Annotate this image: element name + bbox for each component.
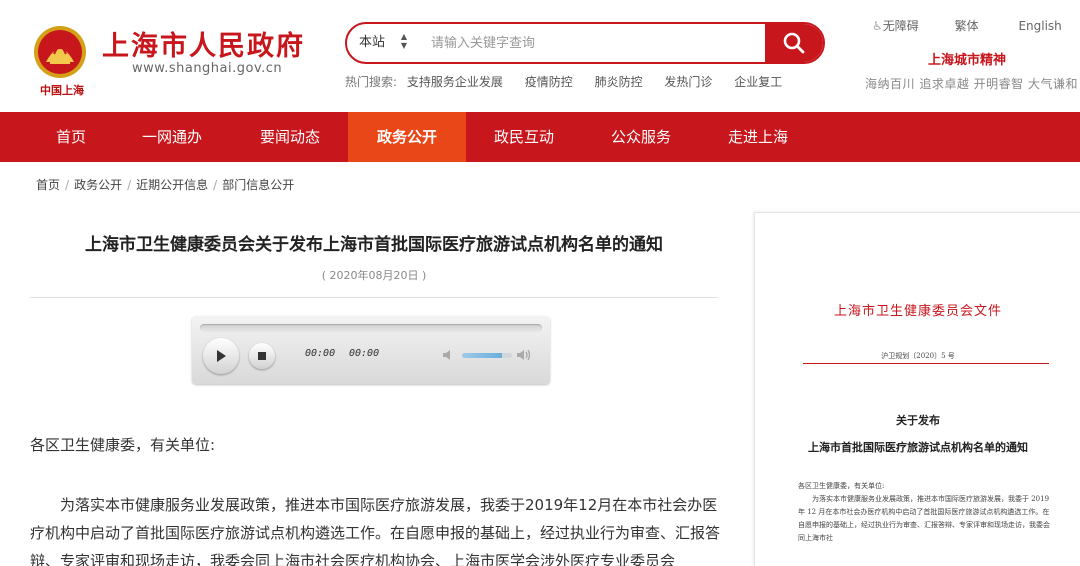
document-body: 为落实本市健康服务业发展政策，推进本市国际医疗旅游发展，我委于 2019 年 1… [798, 495, 1050, 542]
search-button[interactable] [765, 24, 823, 62]
utility-links: ♿无障碍 繁体 English [872, 17, 1062, 34]
breadcrumb-item[interactable]: 政务公开 [74, 178, 122, 192]
breadcrumb-item[interactable]: 部门信息公开 [222, 178, 294, 192]
site-url: www.shanghai.gov.cn [132, 61, 283, 76]
document-title-line2: 上海市首批国际医疗旅游试点机构名单的通知 [808, 441, 1028, 454]
document-title-line1: 关于发布 [896, 414, 940, 427]
volume-fill [462, 353, 502, 358]
document-header: 上海市卫生健康委员会文件 [833, 304, 1002, 319]
hot-search-list: 热门搜索: 支持服务企业发展 疫情防控 肺炎防控 发热门诊 企业复工 [345, 73, 800, 90]
current-time: 00:00 [305, 348, 336, 359]
document-number: 沪卫规划〔2020〕5 号 [881, 352, 955, 360]
breadcrumb-separator: / [213, 178, 218, 192]
hot-search-item[interactable]: 支持服务企业发展 [407, 75, 503, 89]
site-title[interactable]: 上海市人民政府 [102, 24, 305, 63]
accessibility-link[interactable]: ♿无障碍 [872, 17, 919, 34]
logo-caption: 中国上海 [40, 84, 84, 97]
nav-item-home[interactable]: 首页 [18, 112, 124, 162]
nav-item-one-network[interactable]: 一网通办 [124, 112, 220, 162]
accessibility-icon: ♿ [872, 19, 883, 33]
search-scope-select[interactable]: 本站 [359, 24, 385, 62]
hot-search-item[interactable]: 肺炎防控 [595, 75, 643, 89]
article-title: 上海市卫生健康委员会关于发布上海市首批国际医疗旅游试点机构名单的通知 [85, 235, 663, 255]
article-paragraph: 为落实本市健康服务业发展政策，推进本市国际医疗旅游发展，我委于2019年12月在… [30, 496, 721, 566]
site-header: 中国上海 上海市人民政府 www.shanghai.gov.cn 本站 ▲▼ 热… [0, 0, 1080, 112]
volume-low-icon[interactable] [441, 347, 457, 363]
search-input[interactable] [431, 30, 761, 56]
search-icon [783, 32, 805, 54]
city-spirit-title: 上海城市精神 [928, 53, 1007, 68]
search-box: 本站 ▲ ▼ [345, 22, 825, 64]
title-divider [30, 297, 718, 298]
stop-button[interactable] [249, 343, 275, 369]
audio-player: 00:00 00:00 [192, 316, 550, 384]
hot-search-item[interactable]: 疫情防控 [525, 75, 573, 89]
shanghai-emblem-icon[interactable] [32, 24, 88, 80]
english-link[interactable]: English [1018, 19, 1061, 33]
hot-search-label: 热门搜索: [345, 75, 398, 89]
play-icon [217, 350, 226, 362]
document-image[interactable]: 上海市卫生健康委员会文件 沪卫规划〔2020〕5 号 关于发布 上海市首批国际医… [754, 212, 1080, 566]
document-greeting: 各区卫生健康委，有关单位: [798, 482, 885, 490]
volume-slider[interactable] [462, 353, 512, 358]
audio-progress-bar[interactable] [200, 324, 542, 332]
hot-search-item[interactable]: 发热门诊 [664, 75, 712, 89]
main-nav: 首页 一网通办 要闻动态 政务公开 政民互动 公众服务 走进上海 [0, 112, 1080, 162]
traditional-chinese-link[interactable]: 繁体 [955, 17, 979, 34]
hot-search-item[interactable]: 企业复工 [734, 75, 782, 89]
breadcrumb-item[interactable]: 近期公开信息 [136, 178, 208, 192]
breadcrumb: 首页 / 政务公开 / 近期公开信息 / 部门信息公开 [36, 176, 294, 193]
nav-item-news[interactable]: 要闻动态 [232, 112, 348, 162]
scope-updown-icon[interactable]: ▲ ▼ [399, 32, 409, 54]
breadcrumb-separator: / [127, 178, 132, 192]
play-button[interactable] [203, 338, 239, 374]
article-greeting: 各区卫生健康委，有关单位: [30, 436, 216, 454]
city-spirit-text: 海纳百川 追求卓越 开明睿智 大气谦和 [865, 77, 1078, 91]
nav-item-public-service[interactable]: 公众服务 [582, 112, 700, 162]
stop-icon [258, 352, 266, 360]
nav-item-interaction[interactable]: 政民互动 [466, 112, 582, 162]
article-date: ( 2020年08月20日 ) [321, 269, 427, 282]
nav-item-gov-affairs[interactable]: 政务公开 [348, 112, 466, 162]
nav-item-about-shanghai[interactable]: 走进上海 [700, 112, 816, 162]
document-red-line [803, 363, 1049, 364]
duration-time: 00:00 [349, 348, 380, 359]
breadcrumb-separator: / [65, 178, 70, 192]
breadcrumb-item[interactable]: 首页 [36, 178, 60, 192]
volume-high-icon[interactable] [516, 347, 532, 363]
